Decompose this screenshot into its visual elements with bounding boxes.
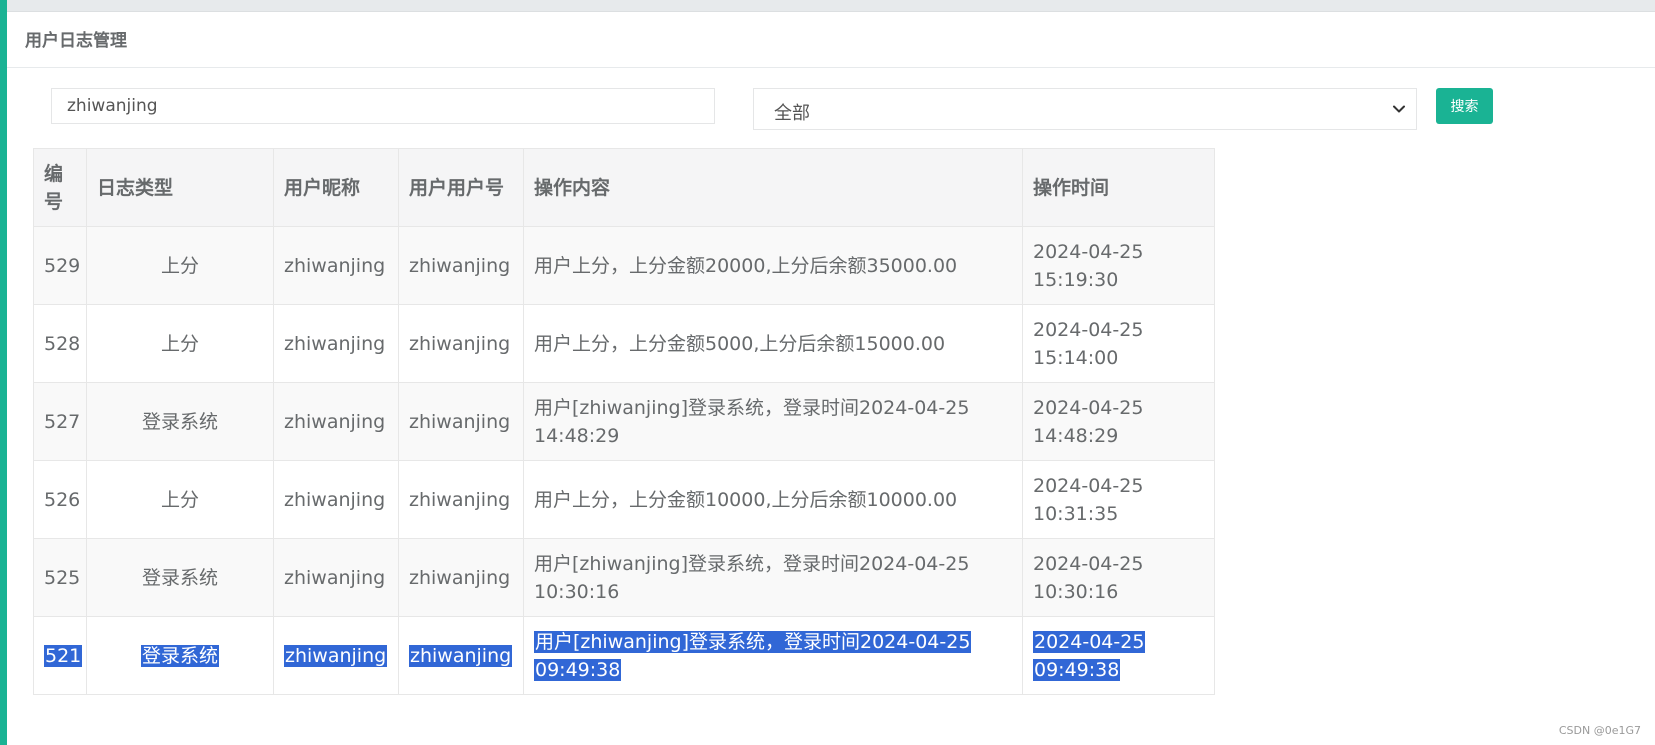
cell-time: 2024-04-25 15:14:00 — [1022, 304, 1215, 383]
cell-nickname: zhiwanjing — [273, 538, 399, 617]
cell-time-date: 2024-04-25 — [1033, 630, 1146, 653]
panel-header: 用户日志管理 — [7, 12, 1655, 68]
cell-log-type: 登录系统 — [86, 538, 274, 617]
cell-content: 用户上分，上分金额10000,上分后余额10000.00 — [523, 460, 1023, 539]
cell-id: 525 — [33, 538, 87, 617]
cell-time-clock: 15:19:30 — [1033, 268, 1119, 291]
header-content[interactable]: 操作内容 — [523, 148, 1023, 227]
cell-content: 用户上分，上分金额5000,上分后余额15000.00 — [523, 304, 1023, 383]
cell-log-type: 上分 — [86, 226, 274, 305]
selected-text: zhiwanjing — [409, 644, 513, 667]
header-id[interactable]: 编号 — [33, 148, 87, 227]
cell-log-type: 上分 — [86, 460, 274, 539]
cell-time-date: 2024-04-25 — [1033, 396, 1144, 419]
cell-account: zhiwanjing — [398, 382, 524, 461]
cell-time-clock: 09:49:38 — [1033, 658, 1121, 681]
cell-time-clock: 14:48:29 — [1033, 424, 1119, 447]
cell-id: 521 — [33, 616, 87, 695]
cell-account: zhiwanjing — [398, 226, 524, 305]
table-row[interactable]: 527 登录系统 zhiwanjing zhiwanjing 用户[zhiwan… — [33, 382, 1215, 461]
cell-time-clock: 15:14:00 — [1033, 346, 1119, 369]
table-row[interactable]: 529 上分 zhiwanjing zhiwanjing 用户上分，上分金额20… — [33, 226, 1215, 305]
header-account[interactable]: 用户用户号 — [398, 148, 524, 227]
selected-text: 521 — [44, 644, 83, 667]
cell-nickname: zhiwanjing — [273, 382, 399, 461]
cell-nickname: zhiwanjing — [273, 616, 399, 695]
cell-nickname: zhiwanjing — [273, 460, 399, 539]
cell-account: zhiwanjing — [398, 616, 524, 695]
cell-time: 2024-04-25 10:31:35 — [1022, 460, 1215, 539]
chevron-down-icon — [1393, 105, 1405, 113]
log-type-select[interactable]: 全部 — [753, 88, 1417, 130]
table-row[interactable]: 525 登录系统 zhiwanjing zhiwanjing 用户[zhiwan… — [33, 538, 1215, 617]
table-row[interactable]: 528 上分 zhiwanjing zhiwanjing 用户上分，上分金额50… — [33, 304, 1215, 383]
cell-content: 用户[zhiwanjing]登录系统，登录时间2024-04-25 10:30:… — [523, 538, 1023, 617]
search-input[interactable] — [51, 88, 715, 124]
cell-time: 2024-04-25 15:19:30 — [1022, 226, 1215, 305]
cell-id: 529 — [33, 226, 87, 305]
cell-content: 用户[zhiwanjing]登录系统，登录时间2024-04-25 09:49:… — [523, 616, 1023, 695]
header-log-type[interactable]: 日志类型 — [86, 148, 274, 227]
cell-content: 用户[zhiwanjing]登录系统，登录时间2024-04-25 14:48:… — [523, 382, 1023, 461]
page-title: 用户日志管理 — [25, 31, 127, 51]
cell-account: zhiwanjing — [398, 460, 524, 539]
cell-time-date: 2024-04-25 — [1033, 240, 1144, 263]
selected-text: 用户[zhiwanjing]登录系统，登录时间2024-04-25 09:49:… — [534, 630, 972, 681]
cell-account: zhiwanjing — [398, 538, 524, 617]
cell-time-date: 2024-04-25 — [1033, 474, 1144, 497]
cell-time: 2024-04-25 14:48:29 — [1022, 382, 1215, 461]
header-time[interactable]: 操作时间 — [1022, 148, 1215, 227]
cell-log-type: 上分 — [86, 304, 274, 383]
selected-text: 登录系统 — [140, 644, 219, 667]
cell-account: zhiwanjing — [398, 304, 524, 383]
table-header-row: 编号 日志类型 用户昵称 用户用户号 操作内容 操作时间 — [33, 148, 1215, 227]
cell-time: 2024-04-25 09:49:38 — [1022, 616, 1215, 695]
cell-id: 527 — [33, 382, 87, 461]
log-type-select-value: 全部 — [774, 103, 810, 124]
selected-text: zhiwanjing — [284, 644, 388, 667]
cell-nickname: zhiwanjing — [273, 226, 399, 305]
cell-time-date: 2024-04-25 — [1033, 318, 1144, 341]
cell-id: 526 — [33, 460, 87, 539]
left-accent-bar — [0, 0, 7, 745]
cell-time-clock: 10:30:16 — [1033, 580, 1119, 603]
cell-time-clock: 10:31:35 — [1033, 502, 1119, 525]
cell-content: 用户上分，上分金额20000,上分后余额35000.00 — [523, 226, 1023, 305]
top-strip — [7, 0, 1655, 12]
cell-log-type: 登录系统 — [86, 382, 274, 461]
log-table: 编号 日志类型 用户昵称 用户用户号 操作内容 操作时间 529 上分 zhiw… — [33, 148, 1215, 695]
table-row[interactable]: 521 登录系统 zhiwanjing zhiwanjing 用户[zhiwan… — [33, 616, 1215, 695]
cell-log-type: 登录系统 — [86, 616, 274, 695]
watermark: CSDN @0e1G7 — [1558, 724, 1641, 737]
header-nickname[interactable]: 用户昵称 — [273, 148, 399, 227]
cell-nickname: zhiwanjing — [273, 304, 399, 383]
cell-id: 528 — [33, 304, 87, 383]
cell-time-date: 2024-04-25 — [1033, 552, 1144, 575]
cell-time: 2024-04-25 10:30:16 — [1022, 538, 1215, 617]
table-row[interactable]: 526 上分 zhiwanjing zhiwanjing 用户上分，上分金额10… — [33, 460, 1215, 539]
search-button[interactable]: 搜索 — [1436, 88, 1493, 124]
